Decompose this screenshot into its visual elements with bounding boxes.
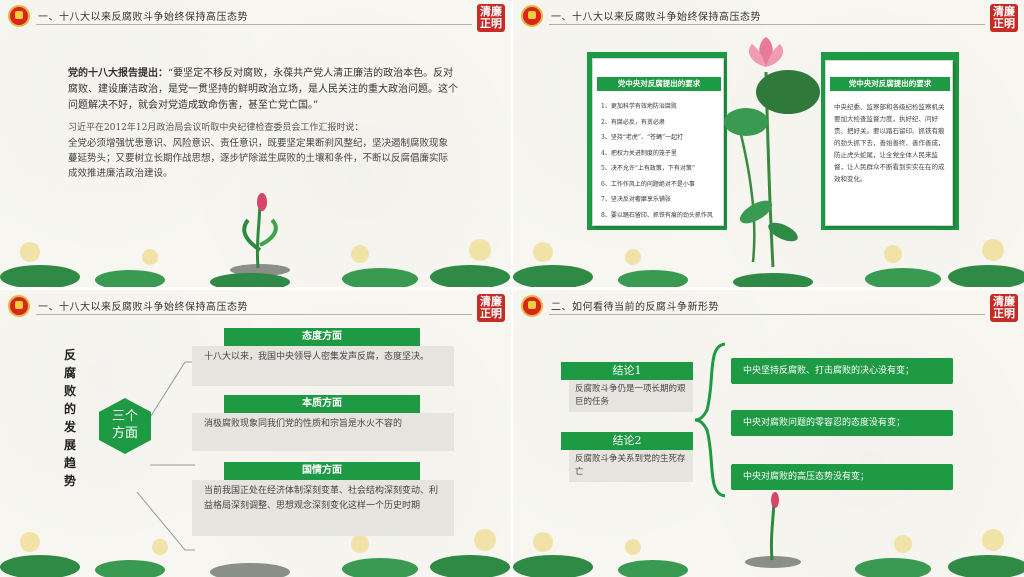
- conclusion-text: 反腐败斗争仍是一项长期的艰巨的任务: [569, 380, 693, 412]
- header-title: 一、十八大以来反腐败斗争始终保持高压态势: [38, 302, 248, 313]
- conclusion-text: 反腐败斗争关系到党的生死存亡: [569, 450, 693, 482]
- stamp-seal: 清廉 正明: [477, 4, 505, 32]
- lotus-pond-border: [513, 529, 1024, 577]
- requirements-list: 1、更加科学有效地防治腐败 2、有腐必反，有贪必肃 3、坚持“老虎”、“苍蝇”一起打…: [601, 99, 721, 223]
- stamp-seal: 清廉 正明: [990, 4, 1018, 32]
- aspect-title: 态度方面: [224, 328, 420, 346]
- header-divider: [549, 24, 985, 25]
- report-quote-lead: 党的十八大报告提出：: [68, 68, 168, 79]
- hexagon-label: 三个 方面: [111, 409, 138, 441]
- aspect-title: 国情方面: [224, 462, 420, 480]
- left-card-title: 党中央对反腐提出的要求: [597, 77, 721, 91]
- requirement-item: 6、工作作风上的问题绝对不是小事: [601, 180, 695, 188]
- report-quote: 党的十八大报告提出：“要坚定不移反对腐败，永葆共产党人清正廉洁的政治本色。反对腐…: [68, 66, 460, 114]
- stamp-seal: 清廉 正明: [477, 294, 505, 322]
- party-emblem-icon: [8, 5, 30, 27]
- slide-header: 二、如何看待当前的反腐斗争新形势 清廉 正明: [513, 290, 1024, 322]
- header-title: 一、十八大以来反腐败斗争始终保持高压态势: [551, 12, 761, 23]
- slide-header: 一、十八大以来反腐败斗争始终保持高压态势 清廉 正明: [513, 0, 1024, 32]
- aspect-title: 本质方面: [224, 395, 420, 413]
- curly-brace: [694, 342, 726, 498]
- header-divider: [549, 314, 985, 315]
- header-title: 一、十八大以来反腐败斗争始终保持高压态势: [38, 12, 248, 23]
- requirement-item: 4、把权力关进制度的笼子里: [601, 149, 677, 157]
- slide-2[interactable]: 一、十八大以来反腐败斗争始终保持高压态势 清廉 正明 党中央对反腐提出的要求 1、…: [513, 0, 1024, 287]
- right-requirements-card: 党中央对反腐提出的要求 中央纪委、监察部和各级纪检监察机关要加大检查监督力度，执…: [825, 60, 953, 226]
- right-card-text: 中央纪委、监察部和各级纪检监察机关要加大检查监督力度，执好纪、问好责、把好关。要…: [834, 103, 945, 183]
- requirement-item: 7、坚决反对奢靡享乐铺张: [601, 196, 671, 203]
- slide-3[interactable]: 一、十八大以来反腐败斗争始终保持高压态势 清廉 正明 反腐败的发展趋势 三个 方面 …: [0, 290, 511, 577]
- vertical-title: 反腐败的发展趋势: [64, 348, 77, 488]
- party-emblem-icon: [521, 295, 543, 317]
- conclusion-title: 结论1: [561, 362, 693, 380]
- lotus-pond-border: [0, 529, 510, 577]
- policy-point: 中央对腐败问题的零容忍的态度没有变；: [731, 410, 953, 436]
- requirement-item: 3、坚持“老虎”、“苍蝇”一起打: [601, 134, 684, 141]
- party-emblem-icon: [8, 295, 30, 317]
- aspect-text: 消极腐败现象同我们党的性质和宗旨是水火不容的: [192, 413, 454, 451]
- policy-point: 中央坚持反腐败、打击腐败的决心没有变；: [731, 358, 953, 384]
- policy-point: 中央对腐败的高压态势没有变；: [731, 464, 953, 490]
- header-divider: [36, 24, 472, 25]
- xi-speech-text: 全党必须增强忧患意识、风险意识、责任意识，既要坚定果断刹风整纪，坚决遏制腐败现象…: [68, 138, 449, 179]
- header-title: 二、如何看待当前的反腐斗争新形势: [551, 302, 719, 313]
- requirement-item: 1、更加科学有效地防治腐败: [601, 103, 677, 110]
- stamp-seal: 清廉 正明: [990, 294, 1018, 322]
- requirement-item: 5、决不允许“上有政策，下有对策”: [601, 165, 695, 172]
- requirement-item: 8、要以踏石留印、抓铁有痕的劲头抓作风: [601, 211, 713, 219]
- slide-header: 一、十八大以来反腐败斗争始终保持高压态势 清廉 正明: [0, 290, 511, 322]
- left-requirements-card: 党中央对反腐提出的要求 1、更加科学有效地防治腐败 2、有腐必反，有贪必肃 3、坚持…: [592, 58, 724, 226]
- conclusion-title: 结论2: [561, 432, 693, 450]
- right-card-title: 党中央对反腐提出的要求: [830, 77, 950, 91]
- header-divider: [36, 314, 472, 315]
- aspect-text: 十八大以来，我国中央领导人密集发声反腐，态度坚决。: [192, 346, 454, 386]
- slide-header: 一、十八大以来反腐败斗争始终保持高压态势 清廉 正明: [0, 0, 511, 32]
- xi-speech-intro: 习近平在2012年12月政治局会议听取中央纪律检查委员会工作汇报时说：: [68, 123, 364, 133]
- requirement-item: 2、有腐必反，有贪必肃: [601, 118, 665, 126]
- lotus-pond-border: [0, 239, 510, 287]
- party-emblem-icon: [521, 5, 543, 27]
- slide-1[interactable]: 一、十八大以来反腐败斗争始终保持高压态势 清廉 正明 党的十八大报告提出：“要坚定…: [0, 0, 511, 287]
- lotus-pond-border: [513, 239, 1024, 287]
- slide-4[interactable]: 二、如何看待当前的反腐斗争新形势 清廉 正明 结论1 反腐败斗争仍是一项长期的艰巨的…: [513, 290, 1024, 577]
